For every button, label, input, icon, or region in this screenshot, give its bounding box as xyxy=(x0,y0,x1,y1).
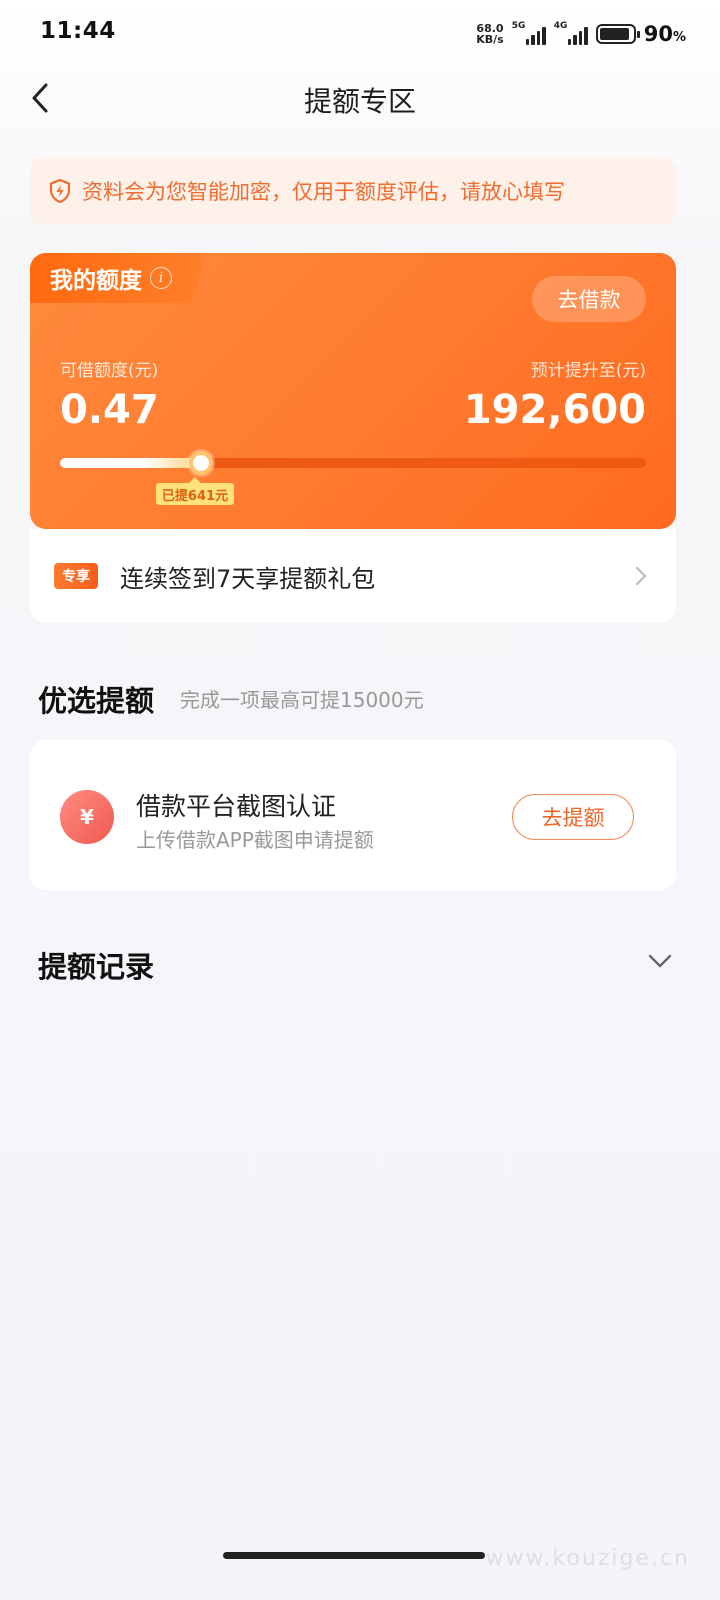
borrow-button[interactable]: 去借款 xyxy=(532,276,646,322)
privacy-notice: 资料会为您智能加密，仅用于额度评估，请放心填写 xyxy=(30,157,676,225)
home-indicator[interactable] xyxy=(223,1552,485,1559)
status-time: 11:44 xyxy=(40,18,116,44)
raise-quota-button[interactable]: 去提额 xyxy=(512,794,634,840)
forecast-quota-value: 192,600 xyxy=(463,387,646,433)
quota-tag: 我的额度 i xyxy=(30,253,206,303)
records-expand-toggle[interactable] xyxy=(642,946,678,976)
forecast-quota-label: 预计提升至(元) xyxy=(530,361,646,381)
status-bar: 11:44 68.0 KB/s 5G 4G 90% xyxy=(0,0,720,64)
quota-progress-knob xyxy=(189,451,213,475)
quota-card: 我的额度 i 去借款 可借额度(元) 预计提升至(元) 0.47 192,600… xyxy=(30,253,676,529)
quota-progress-track xyxy=(60,451,646,475)
preferred-section-subtitle: 完成一项最高可提15000元 xyxy=(180,688,424,712)
available-quota-value: 0.47 xyxy=(60,387,159,433)
signal-5g-label: 5G xyxy=(511,21,526,31)
screenshot-auth-task-card: ¥ 借款平台截图认证 上传借款APP截图申请提额 去提额 xyxy=(30,740,676,890)
yuan-icon: ¥ xyxy=(60,790,114,844)
chevron-down-icon xyxy=(648,954,672,968)
shield-bolt-icon xyxy=(49,178,71,204)
signin-gift-row[interactable]: 专享 连续签到7天享提额礼包 xyxy=(30,529,676,623)
battery-level xyxy=(599,28,629,40)
net-speed: 68.0 KB/s xyxy=(476,23,503,45)
task-description: 上传借款APP截图申请提额 xyxy=(136,828,374,852)
battery-percent: 90% xyxy=(643,22,686,46)
signal-5g-icon: 5G xyxy=(511,21,546,45)
available-quota-label: 可借额度(元) xyxy=(60,361,159,381)
records-section-title: 提额记录 xyxy=(38,950,155,984)
quota-tag-label: 我的额度 xyxy=(50,268,142,294)
quota-progress-fill xyxy=(60,458,201,468)
nav-header: 提额专区 xyxy=(0,64,720,134)
chevron-right-icon xyxy=(635,566,647,586)
status-indicators: 68.0 KB/s 5G 4G 90% xyxy=(476,20,686,48)
battery-icon xyxy=(595,24,640,44)
signal-4g-icon: 4G xyxy=(553,21,588,45)
net-speed-unit: KB/s xyxy=(476,33,504,46)
watermark: www.kouzige.cn xyxy=(485,1546,690,1571)
yuan-glyph: ¥ xyxy=(80,805,94,829)
info-icon[interactable]: i xyxy=(150,267,172,289)
signin-text: 连续签到7天享提额礼包 xyxy=(120,564,376,593)
preferred-section-title: 优选提额 xyxy=(38,684,155,718)
task-title: 借款平台截图认证 xyxy=(136,792,337,821)
raised-amount-badge: 已提641元 xyxy=(155,477,235,505)
signal-4g-label: 4G xyxy=(553,21,568,31)
page-title: 提额专区 xyxy=(303,85,416,118)
notice-text: 资料会为您智能加密，仅用于额度评估，请放心填写 xyxy=(82,180,565,204)
exclusive-badge: 专享 xyxy=(54,563,98,589)
